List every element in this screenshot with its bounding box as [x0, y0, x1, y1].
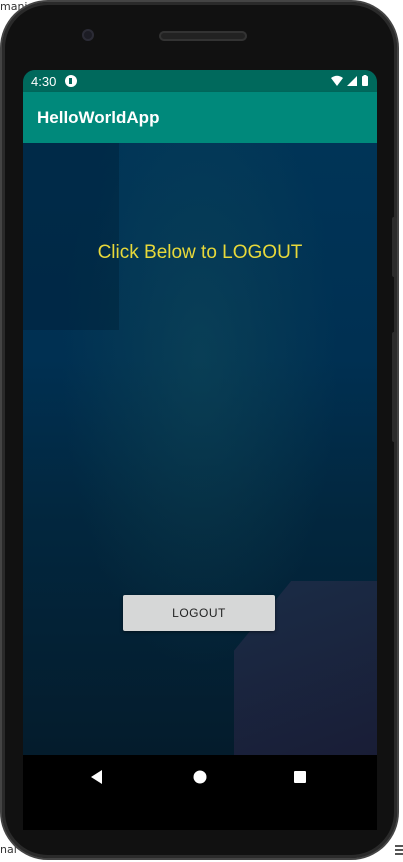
navigation-bar — [23, 755, 377, 800]
app-bar: HelloWorldApp — [23, 92, 377, 143]
background-shade — [23, 143, 119, 330]
battery-icon — [362, 75, 368, 86]
status-icons — [331, 75, 371, 87]
power-button[interactable] — [392, 332, 397, 442]
logout-button[interactable]: LOGOUT — [123, 595, 275, 631]
recents-square-icon[interactable] — [292, 769, 308, 785]
home-circle-icon[interactable] — [192, 769, 208, 785]
app-title: HelloWorldApp — [37, 108, 160, 127]
earpiece-speaker — [159, 31, 247, 41]
cellular-signal-icon — [347, 76, 357, 86]
app-notification-icon — [65, 75, 77, 87]
back-triangle-icon[interactable] — [89, 769, 105, 785]
device-screen: 4:30 HelloWorldApp Click Below to LOGOUT… — [23, 70, 377, 755]
logout-instruction: Click Below to LOGOUT — [97, 242, 303, 263]
status-bar: 4:30 — [23, 70, 377, 92]
volume-button[interactable] — [392, 217, 397, 277]
emulator-page: mani nal 4:30 HelloWorldApp Click Below … — [0, 0, 403, 862]
main-content: Click Below to LOGOUT LOGOUT — [23, 143, 377, 755]
phone-chin — [23, 800, 377, 830]
status-time: 4:30 — [31, 74, 57, 89]
ide-panel-fragment: nal — [0, 843, 17, 856]
ide-menu-icon[interactable] — [395, 845, 403, 855]
wifi-icon — [331, 75, 343, 86]
front-camera — [82, 29, 94, 41]
